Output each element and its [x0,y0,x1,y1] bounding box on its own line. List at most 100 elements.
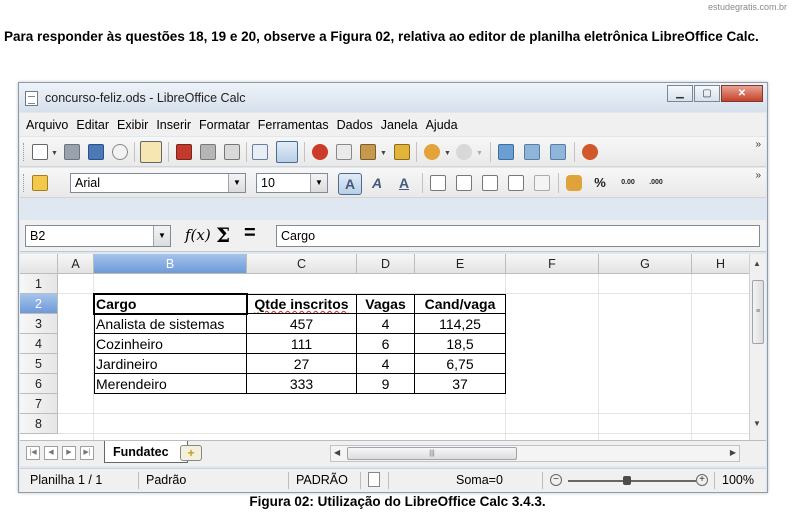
menu-exibir[interactable]: Exibir [117,118,148,132]
open-icon[interactable] [64,144,80,160]
cell-e4[interactable]: 18,5 [415,334,506,354]
align-left-icon[interactable] [430,175,446,191]
font-size-combo[interactable]: 10 ▼ [256,173,328,193]
last-sheet-icon[interactable]: ▶| [80,446,94,460]
autospellcheck-icon[interactable] [276,141,298,163]
cell-c2[interactable]: Qtde inscritos [247,294,357,314]
select-all-corner[interactable] [20,254,58,274]
cell-c5[interactable]: 27 [247,354,357,374]
formula-input[interactable]: Cargo [276,225,760,247]
sheet-tab-fundatec[interactable]: Fundatec [104,441,188,463]
menu-arquivo[interactable]: Arquivo [26,118,68,132]
next-sheet-icon[interactable]: ▶ [62,446,76,460]
column-header-h[interactable]: H [692,254,750,274]
hyperlink-icon[interactable] [498,144,514,160]
cell-c6[interactable]: 333 [247,374,357,394]
zoom-out-button[interactable]: − [550,474,562,486]
undo-icon[interactable] [424,144,440,160]
cell-b6[interactable]: Merendeiro [94,374,247,394]
sum-icon[interactable]: Σ [216,223,230,247]
clone-formatting-icon[interactable] [394,144,410,160]
cell-d3[interactable]: 4 [357,314,415,334]
column-header-d[interactable]: D [357,254,415,274]
menu-dados[interactable]: Dados [337,118,373,132]
row-header-7[interactable]: 7 [20,394,58,414]
chevron-down-icon[interactable]: ▼ [51,150,58,157]
menu-inserir[interactable]: Inserir [156,118,191,132]
cell-e5[interactable]: 6,75 [415,354,506,374]
redo-icon[interactable] [456,144,472,160]
column-header-b[interactable]: B [94,254,247,274]
save-icon[interactable] [88,144,104,160]
column-header-g[interactable]: G [599,254,692,274]
name-box[interactable]: B2 ▼ [25,225,171,247]
styles-icon[interactable] [32,175,48,191]
prev-sheet-icon[interactable]: ◀ [44,446,58,460]
cell-b3[interactable]: Analista de sistemas [94,314,247,334]
cell-e2[interactable]: Cand/vaga [415,294,506,314]
currency-icon[interactable] [566,175,582,191]
italic-button[interactable]: A [365,173,389,195]
cell-b5[interactable]: Jardineiro [94,354,247,374]
spellcheck-icon[interactable] [252,144,268,160]
menu-ferramentas[interactable]: Ferramentas [258,118,329,132]
cell-e6[interactable]: 37 [415,374,506,394]
toolbar-more-icon[interactable]: » [755,140,761,150]
menu-formatar[interactable]: Formatar [199,118,250,132]
merge-cells-icon[interactable] [534,175,550,191]
chevron-down-icon[interactable]: ▼ [310,174,327,192]
toolbar-grip[interactable] [23,174,26,192]
toolbar-more-icon[interactable]: » [755,171,761,181]
cell-d4[interactable]: 6 [357,334,415,354]
menu-ajuda[interactable]: Ajuda [426,118,458,132]
remove-decimal-button[interactable]: .000 [644,173,668,195]
print-preview-icon[interactable] [224,144,240,160]
chevron-down-icon[interactable]: ▼ [444,150,451,157]
vertical-scroll-thumb[interactable]: ≡ [752,280,764,344]
toolbar-grip[interactable] [23,143,26,161]
horizontal-scroll-thumb[interactable]: ||| [347,447,517,460]
minimize-button[interactable]: ▁ [667,85,693,102]
row-header-3[interactable]: 3 [20,314,58,334]
paste-icon[interactable] [360,144,376,160]
cell-d6[interactable]: 9 [357,374,415,394]
cell-e3[interactable]: 114,25 [415,314,506,334]
sort-ascending-icon[interactable] [524,144,540,160]
cell-b4[interactable]: Cozinheiro [94,334,247,354]
align-center-icon[interactable] [456,175,472,191]
cell-c3[interactable]: 457 [247,314,357,334]
row-header-4[interactable]: 4 [20,334,58,354]
copy-icon[interactable] [336,144,352,160]
function-wizard-icon[interactable]: f(x) [185,226,211,244]
zoom-slider-handle[interactable] [623,476,631,485]
zoom-in-button[interactable]: + [696,474,708,486]
sort-descending-icon[interactable] [550,144,566,160]
font-name-combo[interactable]: Arial ▼ [70,173,246,193]
print-icon[interactable] [200,144,216,160]
column-header-a[interactable]: A [58,254,94,274]
row-header-6[interactable]: 6 [20,374,58,394]
row-header-1[interactable]: 1 [20,274,58,294]
cell-d5[interactable]: 4 [357,354,415,374]
first-sheet-icon[interactable]: |◀ [26,446,40,460]
export-pdf-icon[interactable] [176,144,192,160]
new-icon[interactable] [32,144,48,160]
chevron-down-icon[interactable]: ▼ [380,150,387,157]
row-header-5[interactable]: 5 [20,354,58,374]
justify-icon[interactable] [508,175,524,191]
cell-d2[interactable]: Vagas [357,294,415,314]
chevron-down-icon[interactable]: ▼ [476,150,483,157]
row-header-8[interactable]: 8 [20,414,58,434]
row-header-2[interactable]: 2 [20,294,58,314]
align-right-icon[interactable] [482,175,498,191]
cut-icon[interactable] [312,144,328,160]
vertical-scrollbar[interactable]: ▲ ≡ ▼ [749,254,766,440]
chevron-down-icon[interactable]: ▼ [228,174,245,192]
menu-janela[interactable]: Janela [381,118,418,132]
zoom-level[interactable]: 100% [722,473,754,487]
scroll-right-icon[interactable]: ▶ [730,448,736,457]
cell-b2[interactable]: Cargo [94,294,247,314]
chart-icon[interactable] [582,144,598,160]
add-sheet-icon[interactable]: + [180,445,202,461]
chevron-down-icon[interactable]: ▼ [153,226,170,246]
